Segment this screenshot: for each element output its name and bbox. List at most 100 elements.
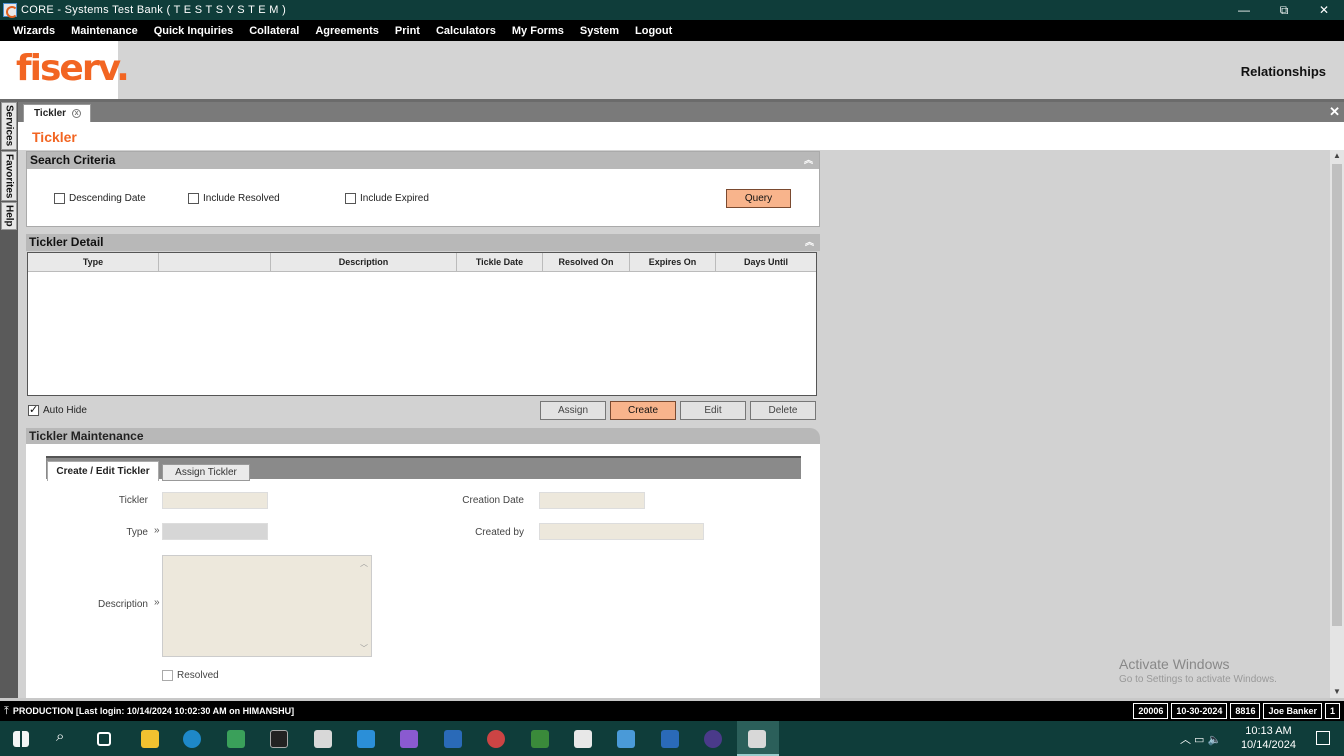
close-panel-icon[interactable]: ✕ <box>1329 104 1340 120</box>
auto-hide-checkbox[interactable]: Auto Hide <box>28 403 87 416</box>
scroll-up-icon[interactable]: ▲ <box>1330 151 1344 160</box>
app-window-icon[interactable] <box>661 730 679 748</box>
document-tab-strip: Tickler x ✕ <box>18 102 1344 122</box>
scroll-down-icon[interactable]: ﹀ <box>360 643 368 654</box>
core-app-taskbar-icon[interactable] <box>314 730 332 748</box>
checkbox-checked-icon[interactable] <box>28 403 39 416</box>
tickler-detail-header: Tickler Detail ︽ <box>26 234 820 251</box>
resolved-checkbox[interactable]: Resolved <box>162 670 219 681</box>
window-app-icon[interactable] <box>444 730 462 748</box>
type-select[interactable] <box>162 523 268 540</box>
assign-button[interactable]: Assign <box>540 401 606 420</box>
vscode-icon[interactable] <box>357 730 375 748</box>
notification-icon[interactable] <box>1316 731 1330 745</box>
tickler-maintenance-panel: Create / Edit Tickler Assign Tickler Tic… <box>26 444 820 698</box>
description-textarea[interactable]: ︿ ﹀ <box>162 555 372 657</box>
menu-system[interactable]: System <box>580 25 619 37</box>
created-by-field[interactable] <box>539 523 704 540</box>
col-days-until[interactable]: Days Until <box>716 253 816 271</box>
tickler-detail-title: Tickler Detail <box>29 235 104 249</box>
collapse-chevron-icon[interactable]: ︽ <box>805 234 814 251</box>
windows-taskbar: ⌕ ︿ ▭ 🔈 10:13 AM 10/14/2024 <box>0 721 1344 756</box>
media-player-icon[interactable] <box>617 730 635 748</box>
collapse-chevron-icon[interactable]: ︽ <box>804 152 813 169</box>
login-status: PRODUCTION [Last login: 10/14/2024 10:02… <box>12 706 295 716</box>
create-button[interactable]: Create <box>610 401 676 420</box>
media-app-icon[interactable] <box>227 730 245 748</box>
side-tab-help[interactable]: Help <box>1 202 17 230</box>
menu-collateral[interactable]: Collateral <box>249 25 299 37</box>
descending-date-checkbox[interactable]: Descending Date <box>54 193 146 204</box>
menu-maintenance[interactable]: Maintenance <box>71 25 138 37</box>
core-active-icon[interactable] <box>748 730 766 748</box>
menu-calculators[interactable]: Calculators <box>436 25 496 37</box>
edit-button[interactable]: Edit <box>680 401 746 420</box>
status-user: Joe Banker <box>1263 703 1322 719</box>
minimize-button[interactable]: — <box>1224 0 1264 20</box>
fiserv-logo: fiserv. <box>16 48 130 89</box>
scroll-up-icon[interactable]: ︿ <box>360 558 368 569</box>
title-bar: CORE - Systems Test Bank ( T E S T S Y S… <box>0 0 1344 20</box>
checkbox-box[interactable] <box>345 193 356 204</box>
include-expired-checkbox[interactable]: Include Expired <box>345 193 429 204</box>
status-bar: ⤒ PRODUCTION [Last login: 10/14/2024 10:… <box>0 701 1344 721</box>
descending-date-label: Descending Date <box>69 193 146 204</box>
search-icon[interactable]: ⌕ <box>56 728 74 746</box>
terminal-icon[interactable] <box>270 730 288 748</box>
col-resolved-on[interactable]: Resolved On <box>543 253 630 271</box>
maximize-button[interactable]: ⧉ <box>1264 0 1304 20</box>
col-description[interactable]: Description <box>271 253 457 271</box>
resolved-label: Resolved <box>177 670 219 681</box>
spreadsheet-icon[interactable] <box>531 730 549 748</box>
created-by-label: Created by <box>475 527 524 538</box>
search-criteria-header: Search Criteria ︽ <box>27 152 819 169</box>
tab-tickler[interactable]: Tickler x <box>23 104 91 122</box>
snipping-tool-icon[interactable] <box>487 730 505 748</box>
task-view-icon[interactable] <box>97 732 111 746</box>
side-tab-services[interactable]: Services <box>1 102 17 150</box>
file-explorer-icon[interactable] <box>141 730 159 748</box>
tickler-label: Tickler <box>118 495 148 506</box>
window-controls: — ⧉ ✕ <box>1224 0 1344 20</box>
activate-windows-title: Activate Windows <box>1119 656 1230 672</box>
col-type[interactable]: Type <box>28 253 159 271</box>
menu-agreements[interactable]: Agreements <box>315 25 379 37</box>
col-expires-on[interactable]: Expires On <box>630 253 716 271</box>
scroll-down-icon[interactable]: ▼ <box>1330 687 1344 696</box>
menu-my-forms[interactable]: My Forms <box>512 25 564 37</box>
edge-browser-icon[interactable] <box>183 730 201 748</box>
search-criteria-title: Search Criteria <box>30 153 116 167</box>
tickler-field[interactable] <box>162 492 268 509</box>
scrollbar-thumb[interactable] <box>1332 164 1342 626</box>
vertical-scrollbar[interactable]: ▲ ▼ <box>1330 150 1344 698</box>
tab-create-edit-tickler[interactable]: Create / Edit Tickler <box>47 461 159 481</box>
menu-quick-inquiries[interactable]: Quick Inquiries <box>154 25 233 37</box>
tickler-grid[interactable]: Type Description Tickle Date Resolved On… <box>27 252 817 396</box>
checkbox-box[interactable] <box>188 193 199 204</box>
pin-icon[interactable]: ⤒ <box>4 705 9 718</box>
required-chevron-icon: » <box>154 525 160 536</box>
delete-button[interactable]: Delete <box>750 401 816 420</box>
notepad-icon[interactable] <box>574 730 592 748</box>
clock[interactable]: 10:13 AM 10/14/2024 <box>1241 724 1296 752</box>
close-tab-icon[interactable]: x <box>72 109 82 118</box>
checkbox-box[interactable] <box>162 670 173 681</box>
menu-wizards[interactable]: Wizards <box>13 25 55 37</box>
tab-assign-tickler[interactable]: Assign Tickler <box>162 464 250 481</box>
creation-date-field[interactable] <box>539 492 645 509</box>
tickler-maintenance-title: Tickler Maintenance <box>29 429 144 443</box>
col-blank[interactable] <box>159 253 271 271</box>
close-window-button[interactable]: ✕ <box>1304 0 1344 20</box>
menu-logout[interactable]: Logout <box>635 25 672 37</box>
include-resolved-checkbox[interactable]: Include Resolved <box>188 193 280 204</box>
status-session: 1 <box>1324 703 1340 719</box>
col-tickle-date[interactable]: Tickle Date <box>457 253 543 271</box>
eclipse-icon[interactable] <box>704 730 722 748</box>
side-tab-favorites[interactable]: Favorites <box>1 151 17 201</box>
menu-print[interactable]: Print <box>395 25 420 37</box>
checkbox-box[interactable] <box>54 193 65 204</box>
query-button[interactable]: Query <box>726 189 791 208</box>
windows-start-icon[interactable] <box>13 731 29 747</box>
system-tray-icons[interactable]: ︿ ▭ 🔈 <box>1180 731 1221 747</box>
visual-studio-icon[interactable] <box>400 730 418 748</box>
